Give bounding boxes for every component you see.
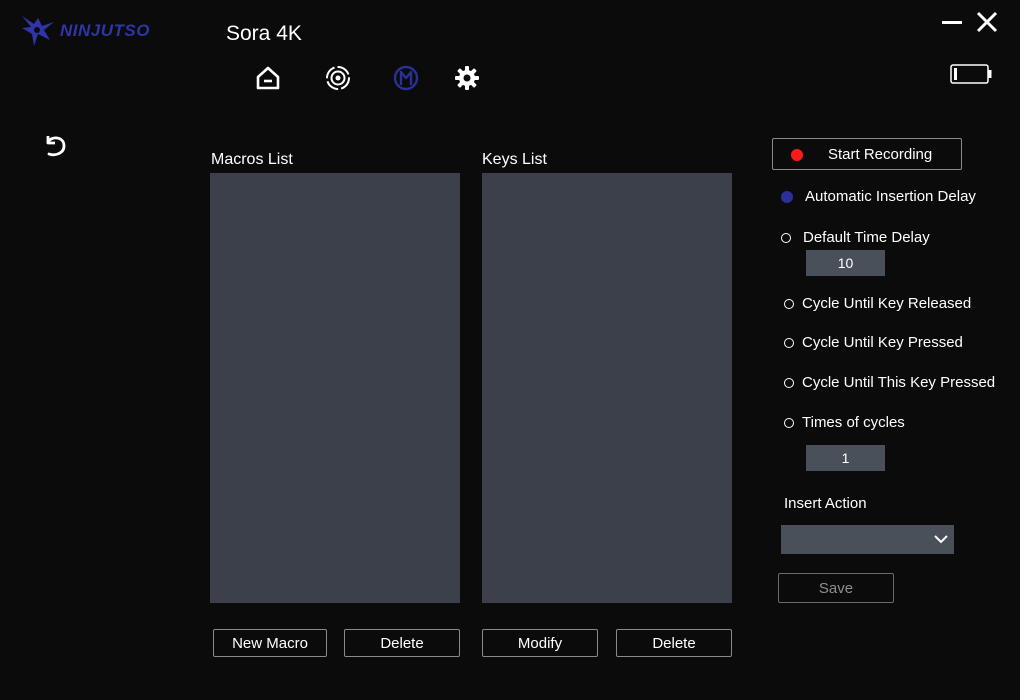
minimize-icon bbox=[942, 21, 962, 24]
radio-default-time-delay[interactable]: Default Time Delay bbox=[781, 229, 930, 246]
radio-times-of-cycles[interactable]: Times of cycles bbox=[784, 414, 905, 431]
close-button[interactable] bbox=[975, 10, 999, 34]
keys-list[interactable] bbox=[482, 173, 732, 603]
nav-macro[interactable] bbox=[392, 64, 420, 92]
save-button[interactable]: Save bbox=[778, 573, 894, 603]
radio-label: Cycle Until This Key Pressed bbox=[802, 374, 996, 391]
default-time-delay-input[interactable]: 10 bbox=[806, 250, 885, 276]
radio-unselected-icon bbox=[784, 377, 794, 388]
radio-unselected-icon bbox=[784, 337, 794, 348]
nav-home[interactable] bbox=[254, 64, 282, 92]
brand-name: NINJUTSO bbox=[60, 21, 150, 40]
brand-logo: NINJUTSO bbox=[20, 14, 150, 48]
radio-cycle-until-this-key-pressed[interactable]: Cycle Until This Key Pressed bbox=[784, 374, 995, 391]
battery-icon bbox=[950, 64, 992, 84]
back-button[interactable] bbox=[40, 130, 70, 160]
nav-dpi[interactable] bbox=[324, 64, 352, 92]
radio-label: Times of cycles bbox=[802, 414, 905, 431]
chevron-down-icon bbox=[934, 535, 948, 544]
radio-unselected-icon bbox=[784, 417, 794, 428]
battery-indicator bbox=[950, 64, 992, 84]
settings-icon bbox=[455, 66, 479, 90]
close-icon bbox=[976, 11, 998, 33]
times-of-cycles-input[interactable]: 1 bbox=[806, 445, 885, 471]
macros-list-label: Macros List bbox=[211, 151, 293, 168]
radio-automatic-insertion-delay[interactable]: Automatic Insertion Delay bbox=[781, 188, 976, 205]
dpi-icon bbox=[326, 66, 350, 90]
radio-unselected-icon bbox=[784, 298, 794, 309]
nav-settings[interactable] bbox=[453, 64, 481, 92]
device-title: Sora 4K bbox=[226, 22, 302, 45]
macros-list[interactable] bbox=[210, 173, 460, 603]
radio-label: Cycle Until Key Pressed bbox=[802, 334, 963, 351]
radio-label: Automatic Insertion Delay bbox=[805, 188, 976, 205]
delete-macro-button[interactable]: Delete bbox=[344, 629, 460, 657]
undo-icon bbox=[46, 136, 66, 157]
radio-cycle-until-key-released[interactable]: Cycle Until Key Released bbox=[784, 295, 971, 312]
radio-label: Default Time Delay bbox=[803, 229, 930, 246]
macro-settings-window: NINJUTSO Sora 4K Macros List Keys List N… bbox=[0, 0, 1020, 700]
keys-list-label: Keys List bbox=[482, 151, 547, 168]
radio-selected-icon bbox=[781, 190, 793, 203]
modify-key-button[interactable]: Modify bbox=[482, 629, 598, 657]
start-recording-label: Start Recording bbox=[828, 146, 933, 163]
macro-icon bbox=[393, 65, 419, 91]
insert-action-label: Insert Action bbox=[784, 495, 867, 512]
record-dot-icon bbox=[791, 149, 803, 161]
start-recording-button[interactable]: Start Recording bbox=[772, 138, 962, 170]
home-icon bbox=[256, 66, 280, 90]
insert-action-select[interactable] bbox=[781, 525, 954, 554]
radio-label: Cycle Until Key Released bbox=[802, 295, 972, 312]
radio-cycle-until-key-pressed[interactable]: Cycle Until Key Pressed bbox=[784, 334, 963, 351]
ninja-star-icon bbox=[22, 16, 54, 46]
delete-key-button[interactable]: Delete bbox=[616, 629, 732, 657]
minimize-button[interactable] bbox=[941, 12, 963, 32]
new-macro-button[interactable]: New Macro bbox=[213, 629, 327, 657]
radio-unselected-icon bbox=[781, 232, 791, 243]
